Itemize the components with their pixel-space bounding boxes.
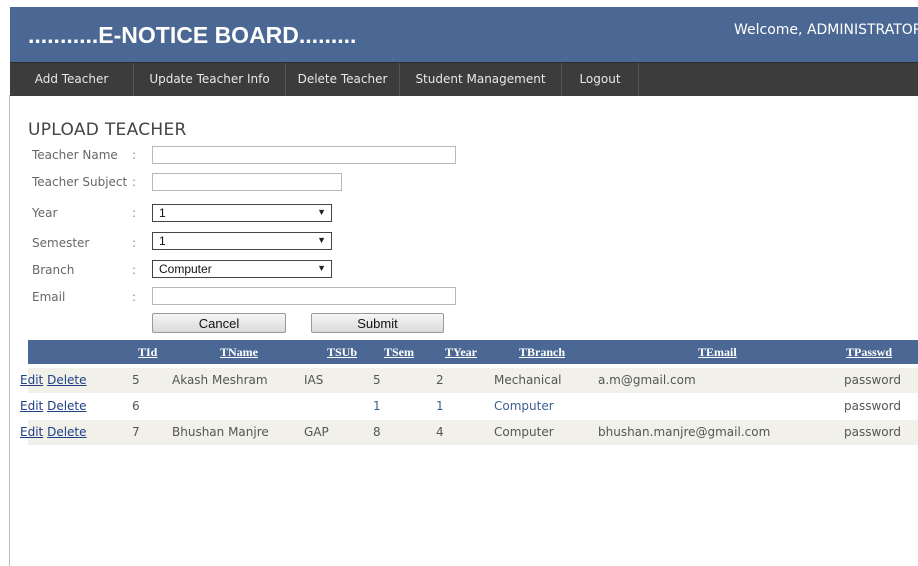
delete-link[interactable]: Delete xyxy=(47,399,86,413)
dropdown-arrow-icon: ▼ xyxy=(317,263,326,273)
row-actions: Edit Delete xyxy=(20,368,87,393)
table-row: Edit Delete 7 Bhushan Manjre GAP 8 4 Com… xyxy=(20,420,918,445)
email-input[interactable] xyxy=(152,287,456,305)
column-header-tsub[interactable]: TSUb xyxy=(327,340,357,364)
content-border xyxy=(9,95,10,566)
cell-tsub: IAS xyxy=(304,373,324,387)
branch-select[interactable]: Computer ▼ xyxy=(152,260,332,278)
column-header-tpasswd[interactable]: TPasswd xyxy=(846,340,892,364)
cell-tsem: 1 xyxy=(373,399,381,413)
delete-link[interactable]: Delete xyxy=(47,425,86,439)
nav-delete-teacher[interactable]: Delete Teacher xyxy=(286,63,400,96)
table-row: Edit Delete 5 Akash Meshram IAS 5 2 Mech… xyxy=(20,368,918,393)
cell-temail: bhushan.manjre@gmail.com xyxy=(598,425,771,439)
branch-value: Computer xyxy=(159,262,212,276)
year-label: Year xyxy=(32,206,58,220)
cell-tsub: GAP xyxy=(304,425,329,439)
colon-separator: : xyxy=(132,236,137,250)
table-row: Edit Delete 6 1 1 Computer password xyxy=(20,394,918,419)
row-actions: Edit Delete xyxy=(20,420,87,445)
app-header: ...........E-NOTICE BOARD......... Welco… xyxy=(10,7,918,62)
cell-tpasswd: password xyxy=(844,425,901,439)
column-header-temail[interactable]: TEmail xyxy=(698,340,737,364)
colon-separator: : xyxy=(132,148,137,162)
email-label: Email xyxy=(32,290,66,304)
cell-tname: Bhushan Manjre xyxy=(172,425,269,439)
row-actions: Edit Delete xyxy=(20,394,87,419)
main-nav: Add Teacher Update Teacher Info Delete T… xyxy=(10,62,918,96)
nav-logout[interactable]: Logout xyxy=(562,63,639,96)
cell-tbranch: Computer xyxy=(494,399,554,413)
colon-separator: : xyxy=(132,206,137,220)
teacher-name-input[interactable] xyxy=(152,146,456,164)
cell-tsem: 5 xyxy=(373,373,381,387)
nav-student-management[interactable]: Student Management xyxy=(400,63,562,96)
year-value: 1 xyxy=(159,206,166,220)
semester-value: 1 xyxy=(159,234,166,248)
column-header-tid[interactable]: TId xyxy=(138,340,157,364)
site-title: ...........E-NOTICE BOARD......... xyxy=(28,22,357,48)
cell-tname: Akash Meshram xyxy=(172,373,268,387)
year-select[interactable]: 1 ▼ xyxy=(152,204,332,222)
cell-tyear: 2 xyxy=(436,373,444,387)
cell-tid: 7 xyxy=(132,425,140,439)
cell-tid: 5 xyxy=(132,373,140,387)
dropdown-arrow-icon: ▼ xyxy=(317,235,326,245)
cell-tsem: 8 xyxy=(373,425,381,439)
column-header-tsem[interactable]: TSem xyxy=(384,340,414,364)
dropdown-arrow-icon: ▼ xyxy=(317,207,326,217)
cell-tpasswd: password xyxy=(844,399,901,413)
cell-tid: 6 xyxy=(132,399,140,413)
colon-separator: : xyxy=(132,175,137,189)
delete-link[interactable]: Delete xyxy=(47,373,86,387)
welcome-text: Welcome, ADMINISTRATOR xyxy=(734,22,918,38)
colon-separator: : xyxy=(132,263,137,277)
submit-button[interactable]: Submit xyxy=(311,313,444,333)
cell-tbranch: Computer xyxy=(494,425,554,439)
cell-temail: a.m@gmail.com xyxy=(598,373,696,387)
colon-separator: : xyxy=(132,290,137,304)
cell-tyear: 1 xyxy=(436,399,444,413)
column-header-tyear[interactable]: TYear xyxy=(445,340,477,364)
teacher-subject-input[interactable] xyxy=(152,173,342,191)
edit-link[interactable]: Edit xyxy=(20,373,43,387)
cell-tpasswd: password xyxy=(844,373,901,387)
nav-update-teacher-info[interactable]: Update Teacher Info xyxy=(134,63,286,96)
cell-tyear: 4 xyxy=(436,425,444,439)
branch-label: Branch xyxy=(32,263,75,277)
cancel-button[interactable]: Cancel xyxy=(152,313,286,333)
edit-link[interactable]: Edit xyxy=(20,425,43,439)
semester-label: Semester xyxy=(32,236,90,250)
teacher-table-header: TId TName TSUb TSem TYear TBranch TEmail… xyxy=(28,340,918,364)
cell-tbranch: Mechanical xyxy=(494,373,562,387)
teacher-name-label: Teacher Name xyxy=(32,148,118,162)
teacher-subject-label: Teacher Subject xyxy=(32,175,128,189)
semester-select[interactable]: 1 ▼ xyxy=(152,232,332,250)
edit-link[interactable]: Edit xyxy=(20,399,43,413)
column-header-tbranch[interactable]: TBranch xyxy=(519,340,565,364)
column-header-tname[interactable]: TName xyxy=(220,340,258,364)
form-heading: UPLOAD TEACHER xyxy=(28,120,187,140)
nav-add-teacher[interactable]: Add Teacher xyxy=(10,63,134,96)
